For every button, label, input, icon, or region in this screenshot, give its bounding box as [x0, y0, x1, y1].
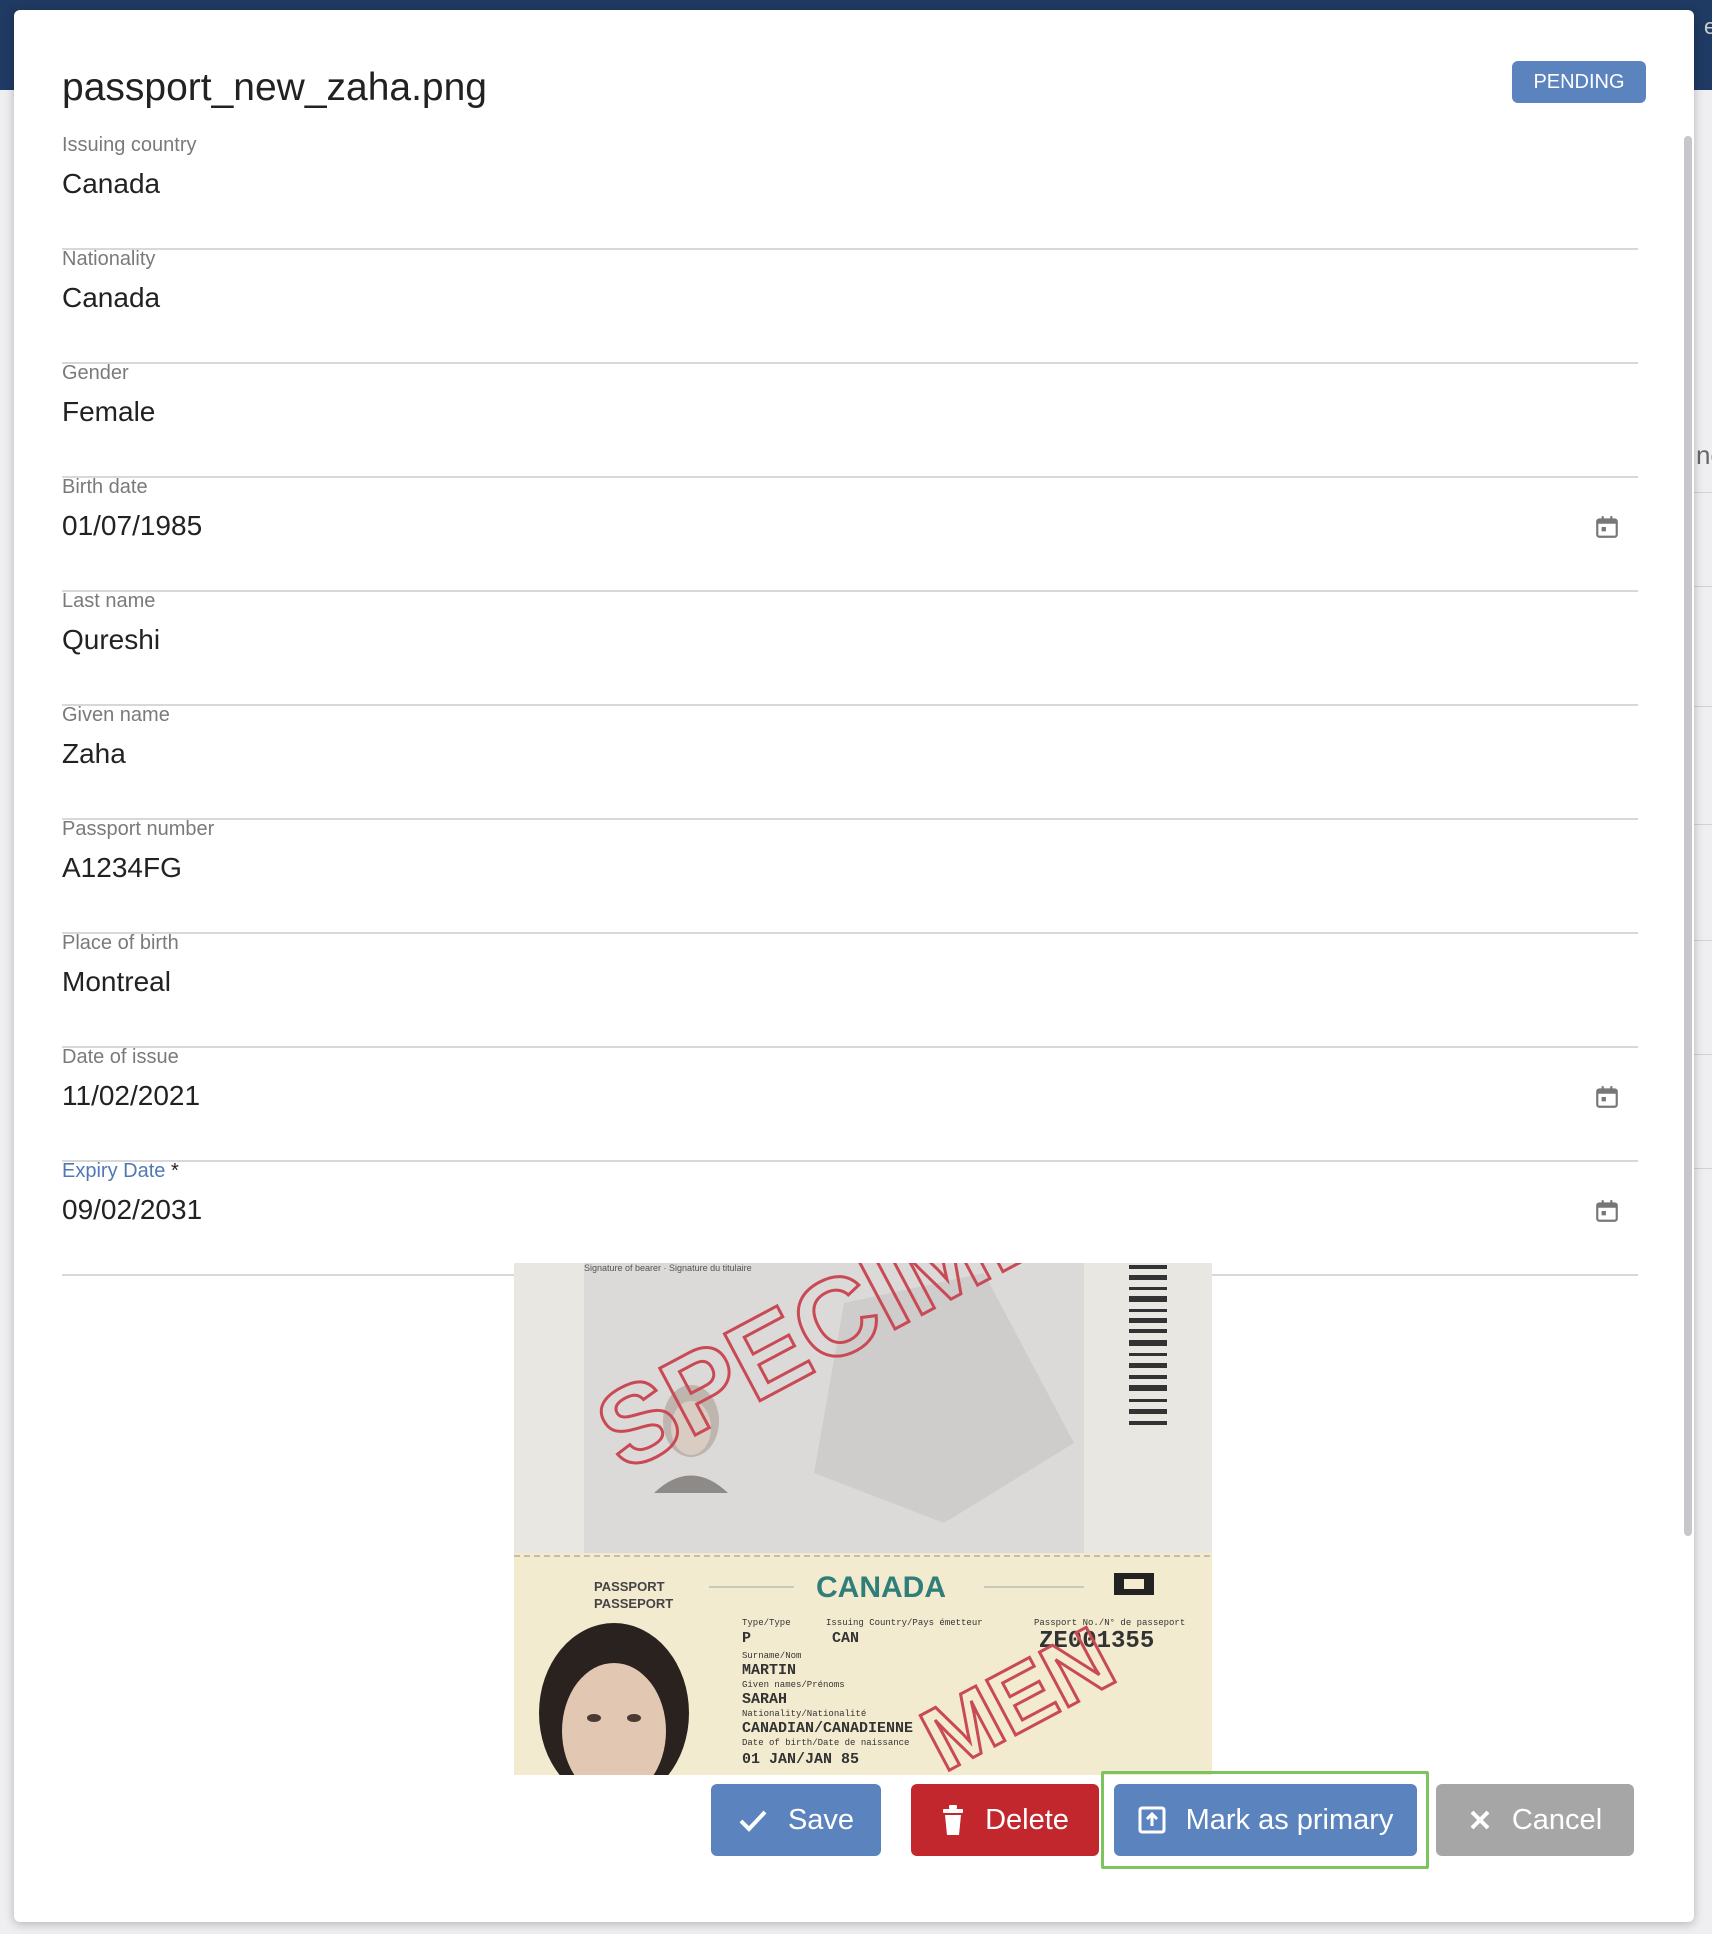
- issuing-country-value[interactable]: Canada: [62, 168, 160, 200]
- calendar-icon[interactable]: [1594, 514, 1620, 540]
- place-of-birth-value[interactable]: Montreal: [62, 966, 171, 998]
- calendar-icon[interactable]: [1594, 1198, 1620, 1224]
- delete-label: Delete: [985, 1803, 1069, 1836]
- delete-button[interactable]: Delete: [911, 1784, 1099, 1856]
- nationality-label-doc: Nationality/Nationalité: [742, 1709, 866, 1719]
- passport-number-field[interactable]: Passport number A1234FG: [62, 818, 1638, 934]
- background-edge-char: e: [1704, 14, 1712, 39]
- passport-doc-label-fr: PASSEPORT: [594, 1596, 673, 1611]
- gender-value[interactable]: Female: [62, 396, 155, 428]
- last-name-value[interactable]: Qureshi: [62, 624, 160, 656]
- nationality-label: Nationality: [62, 248, 156, 270]
- background-edge-text: ne: [1696, 440, 1712, 470]
- passport-country: CANADA: [816, 1571, 946, 1604]
- save-label: Save: [787, 1803, 855, 1836]
- issuing-label: Issuing Country/Pays émetteur: [826, 1618, 983, 1628]
- given-names-label: Given names/Prénoms: [742, 1680, 845, 1690]
- checkmark-icon: [739, 1810, 767, 1832]
- issuing-country-label: Issuing country: [62, 134, 197, 156]
- given-name-field[interactable]: Given name Zaha: [62, 704, 1638, 820]
- passport-number-label: Passport number: [62, 818, 215, 840]
- issuing-country-field[interactable]: Issuing country Canada: [62, 134, 1638, 250]
- status-badge: PENDING: [1512, 61, 1646, 103]
- dialog-title: passport_new_zaha.png: [62, 66, 487, 109]
- close-icon: [1470, 1810, 1490, 1830]
- gender-field[interactable]: Gender Female: [62, 362, 1638, 478]
- passport-number-value[interactable]: A1234FG: [62, 852, 182, 884]
- type-value: P: [742, 1630, 751, 1647]
- passport-preview-image: Signature of bearer · Signature du titul…: [514, 1263, 1212, 1775]
- passport-doc-label: PASSPORT: [594, 1579, 665, 1594]
- issuing-value: CAN: [832, 1630, 859, 1647]
- mark-as-primary-highlight: [1101, 1771, 1429, 1869]
- save-button[interactable]: Save: [711, 1784, 881, 1856]
- expiry-date-value[interactable]: 09/02/2031: [62, 1194, 202, 1226]
- nationality-value-doc: CANADIAN/CANADIENNE: [742, 1720, 913, 1737]
- birth-date-label: Birth date: [62, 476, 148, 498]
- given-name-value[interactable]: Zaha: [62, 738, 126, 770]
- expiry-date-field[interactable]: Expiry Date * 09/02/2031: [62, 1160, 1638, 1276]
- date-of-issue-field[interactable]: Date of issue 11/02/2021: [62, 1046, 1638, 1162]
- cancel-label: Cancel: [1511, 1803, 1603, 1836]
- given-name-label: Given name: [62, 704, 170, 726]
- trash-icon: [943, 1805, 964, 1835]
- last-name-label: Last name: [62, 590, 156, 612]
- surname-value: MARTIN: [742, 1662, 796, 1679]
- birth-date-value[interactable]: 01/07/1985: [62, 510, 202, 542]
- document-edit-dialog: passport_new_zaha.png PENDING Issuing co…: [14, 10, 1694, 1922]
- dob-value-doc: 01 JAN/JAN 85: [742, 1751, 859, 1768]
- type-label: Type/Type: [742, 1618, 791, 1628]
- place-of-birth-label: Place of birth: [62, 932, 179, 954]
- given-names-value: SARAH: [742, 1691, 787, 1708]
- cancel-button[interactable]: Cancel: [1436, 1784, 1634, 1856]
- last-name-field[interactable]: Last name Qureshi: [62, 590, 1638, 706]
- place-of-birth-field[interactable]: Place of birth Montreal: [62, 932, 1638, 1048]
- date-of-issue-value[interactable]: 11/02/2021: [62, 1080, 200, 1112]
- birth-date-field[interactable]: Birth date 01/07/1985: [62, 476, 1638, 592]
- expiry-date-label: Expiry Date *: [62, 1160, 179, 1182]
- required-mark: *: [170, 1160, 179, 1182]
- date-of-issue-label: Date of issue: [62, 1046, 179, 1068]
- dialog-scrollbar[interactable]: [1684, 136, 1692, 1536]
- calendar-icon[interactable]: [1594, 1084, 1620, 1110]
- nationality-field[interactable]: Nationality Canada: [62, 248, 1638, 364]
- surname-label: Surname/Nom: [742, 1651, 801, 1661]
- dob-label-doc: Date of birth/Date de naissance: [742, 1738, 909, 1748]
- gender-label: Gender: [62, 362, 129, 384]
- passport-signature-line: Signature of bearer · Signature du titul…: [584, 1263, 752, 1273]
- nationality-value[interactable]: Canada: [62, 282, 160, 314]
